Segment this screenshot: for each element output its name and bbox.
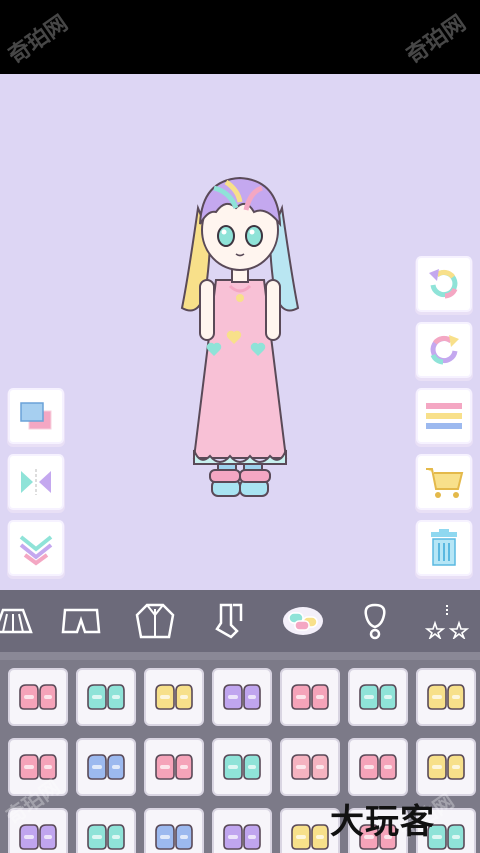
jacket-icon	[135, 603, 175, 639]
shoe-item[interactable]	[212, 668, 272, 726]
socks-icon	[215, 603, 243, 639]
shoe-item[interactable]	[212, 808, 272, 853]
shoe-item[interactable]	[8, 668, 68, 726]
shorts-icon	[61, 608, 101, 634]
layer-order-icon	[20, 402, 52, 430]
flip-button[interactable]	[10, 456, 62, 508]
move-down-icon	[19, 535, 53, 566]
shoe-item[interactable]	[348, 738, 408, 796]
redo-button[interactable]	[418, 324, 470, 376]
shoe-item[interactable]	[144, 808, 204, 853]
trash-icon	[431, 529, 457, 566]
shoe-item[interactable]	[76, 668, 136, 726]
shoes-icon	[283, 607, 323, 635]
category-accessory[interactable]	[352, 598, 398, 644]
category-skirt[interactable]	[0, 598, 36, 644]
shoe-item[interactable]	[212, 738, 272, 796]
dressup-stage	[0, 74, 480, 590]
sparkle-icon	[425, 605, 469, 639]
brand-watermark: 大玩客	[330, 802, 435, 842]
shoe-item[interactable]	[76, 808, 136, 853]
category-shoes[interactable]	[280, 598, 326, 644]
status-bar: 奇珀网 奇珀网	[0, 0, 480, 74]
shoe-item[interactable]	[280, 668, 340, 726]
shoe-item-icon	[223, 754, 261, 780]
menu-button[interactable]	[418, 390, 470, 442]
redo-icon	[430, 335, 459, 365]
flip-icon	[21, 469, 51, 495]
shoe-item-icon	[155, 754, 193, 780]
shoe-item-icon	[359, 684, 397, 710]
move-down-button[interactable]	[10, 522, 62, 574]
category-socks[interactable]	[206, 598, 252, 644]
category-bar	[0, 590, 480, 652]
shoe-item-icon	[155, 684, 193, 710]
shoe-item-icon	[223, 684, 261, 710]
category-sparkle[interactable]	[424, 598, 470, 644]
shop-cart-icon	[426, 468, 464, 498]
shoe-item[interactable]	[416, 738, 476, 796]
shoe-item-icon	[291, 684, 329, 710]
watermark: 奇珀网	[4, 10, 73, 70]
shoe-item-icon	[427, 684, 465, 710]
shoe-item-icon	[87, 754, 125, 780]
shoe-item-icon	[87, 824, 125, 850]
shoe-item[interactable]	[280, 738, 340, 796]
shoe-item-icon	[427, 754, 465, 780]
shoe-item-icon	[291, 754, 329, 780]
skirt-icon	[0, 608, 33, 634]
trash-button[interactable]	[418, 522, 470, 574]
shoe-item[interactable]	[76, 738, 136, 796]
shoe-item-icon	[19, 824, 57, 850]
character-avatar[interactable]	[170, 168, 310, 498]
shoe-item[interactable]	[416, 668, 476, 726]
shoe-item-icon	[87, 684, 125, 710]
shoe-item-icon	[155, 824, 193, 850]
shop-button[interactable]	[418, 456, 470, 508]
menu-icon	[426, 403, 462, 429]
shoe-item[interactable]	[144, 668, 204, 726]
shoe-item-icon	[359, 754, 397, 780]
shoe-item[interactable]	[348, 668, 408, 726]
shoe-item-icon	[19, 684, 57, 710]
undo-icon	[429, 269, 458, 299]
undo-button[interactable]	[418, 258, 470, 310]
shoe-item-icon	[223, 824, 261, 850]
accessory-icon	[364, 603, 386, 640]
watermark: 奇珀网	[402, 10, 471, 70]
shoe-item-icon	[291, 824, 329, 850]
shoe-item[interactable]	[144, 738, 204, 796]
category-shorts[interactable]	[58, 598, 104, 644]
category-jacket[interactable]	[132, 598, 178, 644]
layer-order-button[interactable]	[10, 390, 62, 442]
